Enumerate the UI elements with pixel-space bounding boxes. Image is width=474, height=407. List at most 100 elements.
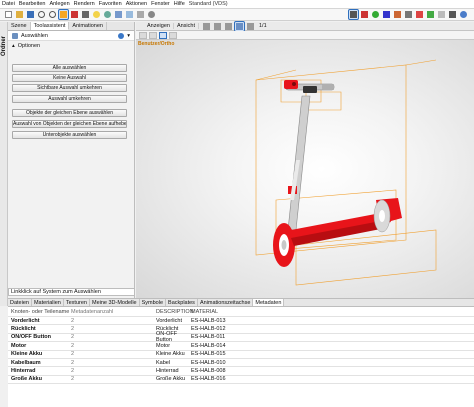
select-all-button[interactable]: Alle auswählen xyxy=(12,64,127,72)
cell-node: Rücklicht xyxy=(11,326,36,333)
measure-icon[interactable] xyxy=(404,10,413,19)
workspace-selector[interactable]: Standard (VDS) xyxy=(187,1,230,7)
scale-icon[interactable] xyxy=(382,10,391,19)
tab-scene[interactable]: Szene xyxy=(8,22,31,30)
menu-bearbeiten[interactable]: Bearbeiten xyxy=(17,1,48,7)
viewport-icon-c[interactable] xyxy=(224,22,233,31)
environment-icon[interactable] xyxy=(125,10,134,19)
menu-rendern[interactable]: Rendern xyxy=(72,1,97,7)
cell-node: Vorderlicht xyxy=(11,317,40,324)
view-tool-4-icon[interactable] xyxy=(169,31,177,39)
menu-favoriten[interactable]: Favoriten xyxy=(97,1,124,7)
menu-aktionen[interactable]: Aktionen xyxy=(124,1,149,7)
col-header-node[interactable]: Knoten- oder Teilename xyxy=(8,309,71,315)
pointer-icon[interactable] xyxy=(348,9,359,20)
tab-materialien[interactable]: Materialien xyxy=(32,299,64,306)
table-row[interactable]: Kabelbaum 2 Kabel ES-HALB-010 xyxy=(8,359,474,368)
tab-dateien[interactable]: Dateien xyxy=(8,299,32,306)
col-header-description[interactable]: DESCRIPTION xyxy=(156,309,194,315)
view-tool-3-icon[interactable] xyxy=(159,31,167,39)
cell-material: ES-HALB-011 xyxy=(191,334,226,341)
menu-anlegen[interactable]: Anlegen xyxy=(47,1,71,7)
view-icon[interactable] xyxy=(448,10,457,19)
table-row[interactable]: Vorderlicht 2 Vorderlicht ES-HALB-013 xyxy=(8,317,474,326)
dropdown-arrow-icon[interactable]: ▾ xyxy=(127,33,130,39)
material-icon[interactable] xyxy=(103,10,112,19)
select-same-layer-button[interactable]: Objekte der gleichen Ebene auswählen xyxy=(12,109,127,117)
tab-metadaten[interactable]: Metadaten xyxy=(253,299,285,306)
cell-node: Motor xyxy=(11,342,27,349)
invert-selection-button[interactable]: Auswahl umkehren xyxy=(12,95,127,103)
folder-sidebar-label: Ordner xyxy=(1,35,7,56)
viewport-icon-d[interactable] xyxy=(233,20,245,32)
select-tool-icon[interactable] xyxy=(58,9,69,20)
select-none-button[interactable]: Keine Auswahl xyxy=(12,74,127,82)
panel-header: Auswählen ▾ xyxy=(8,31,134,41)
axis-icon[interactable] xyxy=(415,10,424,19)
open-file-icon[interactable] xyxy=(15,10,24,19)
table-row[interactable]: Rücklicht 2 Rücklicht ES-HALB-012 xyxy=(8,325,474,334)
tab-tool-assistant[interactable]: Toolassistent xyxy=(30,22,70,30)
col-header-count[interactable]: Metadatenanzahl xyxy=(71,309,156,315)
render-icon[interactable] xyxy=(70,10,79,19)
menu-fenster[interactable]: Fenster xyxy=(149,1,172,7)
cell-count: 2 xyxy=(71,326,75,333)
invert-visible-selection-button[interactable]: Sichtbare Auswahl umkehren xyxy=(12,84,127,92)
new-file-icon[interactable] xyxy=(4,10,13,19)
folder-sidebar[interactable]: Ordner xyxy=(0,22,8,306)
view-tool-2-icon[interactable] xyxy=(149,31,157,39)
rear-wheel xyxy=(373,199,391,233)
deselect-same-layer-button[interactable]: Auswahl von Objekten der gleichen Ebene … xyxy=(12,120,127,128)
tab-animationszeitachse[interactable]: Animationszeitachse xyxy=(198,299,254,306)
cell-material: ES-HALB-016 xyxy=(191,376,226,383)
table-row[interactable]: Kleine Akku 2 Kleine Akku ES-HALB-015 xyxy=(8,351,474,359)
cell-node: Hinterrad xyxy=(11,368,36,375)
tab-meine-3d-modelle[interactable]: Meine 3D-Modelle xyxy=(90,299,140,306)
layer-icon[interactable] xyxy=(136,10,145,19)
tab-animations[interactable]: Animationen xyxy=(69,22,107,30)
help-circle-icon[interactable] xyxy=(118,32,125,39)
table-row[interactable]: Motor 2 Motor ES-HALB-014 xyxy=(8,342,474,351)
viewport-icon-b[interactable] xyxy=(213,22,222,31)
menu-datei[interactable]: Datei xyxy=(0,1,17,7)
settings-icon[interactable] xyxy=(147,10,156,19)
3d-viewport[interactable]: Benutzer/Ortho xyxy=(136,40,474,298)
viewport-icon-a[interactable] xyxy=(202,22,211,31)
tab-texturen[interactable]: Texturen xyxy=(64,299,90,306)
scooter-model[interactable] xyxy=(136,40,474,298)
main-toolbar xyxy=(0,9,474,21)
grid-icon[interactable] xyxy=(437,10,446,19)
table-row[interactable]: Hinterrad 2 Hinterrad ES-HALB-008 xyxy=(8,367,474,376)
camera-icon[interactable] xyxy=(81,10,90,19)
cell-description: ON-OFF Button xyxy=(156,331,178,344)
cell-count: 2 xyxy=(71,368,75,375)
view-tool-1-icon[interactable] xyxy=(139,31,147,39)
help-icon[interactable] xyxy=(459,10,468,19)
cell-description: Vorderlicht xyxy=(156,317,182,324)
rotate-icon[interactable] xyxy=(371,10,380,19)
table-row[interactable]: ON/OFF Button 2 ON-OFF Button ES-HALB-01… xyxy=(8,331,474,344)
col-header-material[interactable]: MATERIAL xyxy=(191,309,251,315)
viewport-icon-e[interactable] xyxy=(246,22,255,31)
snap-icon[interactable] xyxy=(393,10,402,19)
menu-bar: Datei Bearbeiten Anlegen Rendern Favorit… xyxy=(0,0,474,9)
animation-icon[interactable] xyxy=(114,10,123,19)
pivot-icon[interactable] xyxy=(426,10,435,19)
collapse-chevron-icon: ▴ xyxy=(12,43,15,49)
move-icon[interactable] xyxy=(360,10,369,19)
menu-hilfe[interactable]: Hilfe xyxy=(172,1,187,7)
menu-anzeigen[interactable]: Anzeigen xyxy=(144,23,174,29)
save-icon[interactable] xyxy=(26,10,35,19)
tab-symbole[interactable]: Symbole xyxy=(140,299,167,306)
light-icon[interactable] xyxy=(92,10,101,19)
cell-material: ES-HALB-012 xyxy=(191,326,226,333)
table-row[interactable]: Große Akku 2 Große Akku ES-HALB-016 xyxy=(8,376,474,385)
menu-ansicht[interactable]: Ansicht xyxy=(174,23,199,29)
options-section-header[interactable]: ▴ Optionen xyxy=(8,41,134,51)
table-header: Knoten- oder Teilename Metadatenanzahl D… xyxy=(8,307,474,317)
tab-backplates[interactable]: Backplates xyxy=(166,299,198,306)
redo-icon[interactable] xyxy=(48,10,57,19)
undo-icon[interactable] xyxy=(37,10,46,19)
select-subobjects-button[interactable]: Unterobjekte auswählen xyxy=(12,131,127,139)
cell-node: Kabelbaum xyxy=(11,359,41,366)
